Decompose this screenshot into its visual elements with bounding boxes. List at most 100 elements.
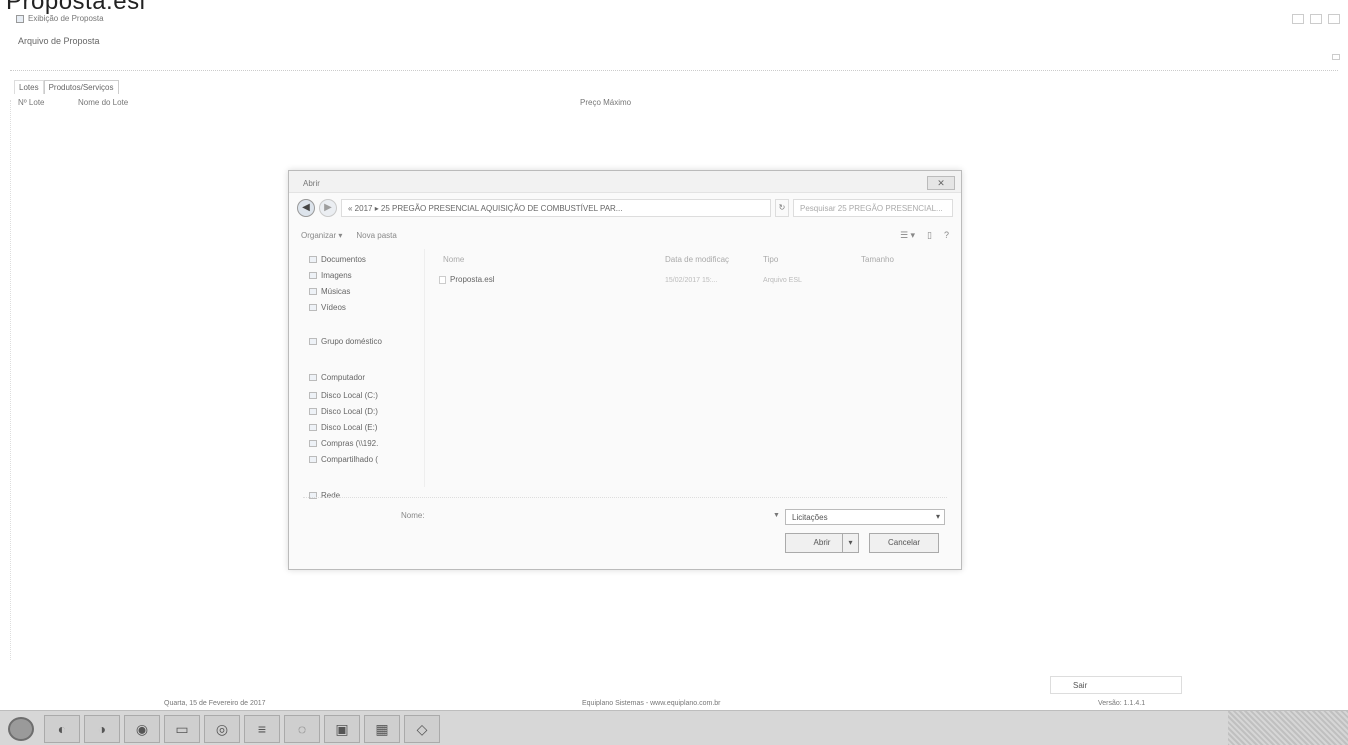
column-header-date[interactable]: Data de modificaç [665,255,729,264]
open-button-label: Abrir [813,538,831,547]
divider [303,497,947,498]
equiplano-icon[interactable]: ◇ [404,715,440,743]
browser-icon[interactable]: ◉ [124,715,160,743]
file-type: Arquivo ESL [763,277,802,284]
ie-icon[interactable]: ◐ [44,715,80,743]
nav-item-disco-d[interactable]: Disco Local (D:) [309,407,378,416]
calendar-icon[interactable]: ▦ [364,715,400,743]
dialog-titlebar: Abrir ✕ [289,171,961,193]
system-tray [1228,711,1348,745]
taskbar: ◐ ◑ ◉ ▭ ◎ ≡ ◌ ▣ ▦ ◇ [0,710,1348,745]
nav-item-computador[interactable]: Computador [309,373,365,382]
refresh-icon[interactable]: ↻ [775,199,789,217]
chrome-icon[interactable]: ◎ [204,715,240,743]
organize-menu[interactable]: Organizar ▾ [301,231,342,240]
column-header-size[interactable]: Tamanho [861,255,894,264]
file-date: 15/02/2017 15:... [665,277,718,284]
status-version: Versão: 1.1.4.1 [1098,700,1146,707]
open-button[interactable]: Abrir ▾ [785,533,859,553]
nav-item-compartilhado[interactable]: Compartilhado ( [309,455,378,464]
app-title: Exibição de Proposta [28,14,104,23]
address-bar[interactable]: « 2017 ▸ 25 PREGÃO PRESENCIAL AQUISIÇÃO … [341,199,771,217]
column-header-preco[interactable]: Preço Máximo [580,98,631,107]
column-header-lote[interactable]: Nº Lote [18,98,45,107]
open-file-dialog: Abrir ✕ ◀ ▶ « 2017 ▸ 25 PREGÃO PRESENCIA… [288,170,962,570]
nav-item-rede[interactable]: Rede [309,491,340,500]
file-icon [439,275,446,284]
help-icon[interactable]: ? [944,230,949,240]
explorer-icon[interactable]: ▭ [164,715,200,743]
maximize-icon[interactable] [1310,14,1322,24]
nav-item-label: Grupo doméstico [321,337,382,346]
network-drive-icon [309,456,317,463]
status-bar: Quarta, 15 de Fevereiro de 2017 Equiplan… [0,700,1348,710]
divider [10,70,1338,71]
nav-item-documentos[interactable]: Documentos [309,255,366,264]
nav-item-label: Documentos [321,255,366,264]
new-folder-button[interactable]: Nova pasta [356,231,396,240]
drive-icon [309,424,317,431]
app-titlebar: Exibição de Proposta [16,14,104,23]
network-drive-icon [309,440,317,447]
nav-item-disco-e[interactable]: Disco Local (E:) [309,423,377,432]
nav-item-label: Disco Local (E:) [321,423,378,432]
navigation-pane: Documentos Imagens Músicas Vídeos Grupo … [303,249,425,487]
dialog-close-button[interactable]: ✕ [927,176,955,190]
address-row: ◀ ▶ « 2017 ▸ 25 PREGÃO PRESENCIAL AQUISI… [297,197,953,219]
app-icon[interactable]: ≡ [244,715,280,743]
collapse-icon[interactable] [1332,54,1340,60]
status-company: Equiplano Sistemas - www.equiplano.com.b… [582,700,721,707]
minimize-icon[interactable] [1292,14,1304,24]
section-title: Arquivo de Proposta [18,36,100,46]
image-viewer-icon[interactable]: ▣ [324,715,360,743]
nav-item-compras[interactable]: Compras (\\192. [309,439,378,448]
chevron-down-icon[interactable]: ▼ [773,512,780,519]
sair-label: Sair [1073,681,1088,690]
nav-item-musicas[interactable]: Músicas [309,287,350,296]
nav-item-imagens[interactable]: Imagens [309,271,352,280]
views-icon[interactable]: ☰ ▾ [900,230,915,241]
skype-icon[interactable]: ◌ [284,715,320,743]
chevron-down-icon: ▾ [935,512,940,521]
cancel-button[interactable]: Cancelar [869,533,939,553]
window-controls [1292,14,1340,24]
nav-item-label: Vídeos [321,303,346,312]
search-input[interactable]: Pesquisar 25 PREGÃO PRESENCIAL... [793,199,953,217]
file-type-filter-value: Licitações [792,513,828,522]
tab-lotes[interactable]: Lotes [14,80,44,94]
open-options-icon[interactable]: ▾ [842,534,858,552]
nav-item-label: Músicas [321,287,351,296]
dialog-toolbar: Organizar ▾ Nova pasta [289,225,961,245]
documents-icon [309,256,317,263]
preview-pane-icon[interactable]: ▯ [927,230,932,241]
column-header-nome[interactable]: Nome do Lote [78,98,128,107]
forward-button[interactable]: ▶ [319,199,337,217]
nav-item-label: Rede [321,491,341,500]
file-name-label: Nome: [401,511,425,520]
nav-item-label: Compras (\\192. [321,439,379,448]
file-type-filter[interactable]: Licitações ▾ [785,509,945,525]
drive-icon [309,392,317,399]
column-header-name[interactable]: Nome [443,255,464,264]
homegroup-icon [309,338,317,345]
nav-item-label: Disco Local (D:) [321,407,378,416]
nav-item-label: Disco Local (C:) [321,391,378,400]
start-button[interactable] [8,717,34,741]
music-icon [309,288,317,295]
back-button[interactable]: ◀ [297,199,315,217]
close-icon[interactable] [1328,14,1340,24]
nav-item-grupo-domestico[interactable]: Grupo doméstico [309,337,382,346]
drive-icon [309,408,317,415]
column-header-type[interactable]: Tipo [763,255,778,264]
nav-item-videos[interactable]: Vídeos [309,303,346,312]
status-date: Quarta, 15 de Fevereiro de 2017 [164,700,266,707]
nav-item-label: Imagens [321,271,352,280]
media-icon[interactable]: ◑ [84,715,120,743]
sair-button[interactable]: Sair [1050,676,1182,694]
file-name: Proposta.esl [450,275,495,284]
file-row[interactable]: Proposta.esl [439,275,494,284]
nav-item-label: Compartilhado ( [321,455,378,464]
nav-item-disco-c[interactable]: Disco Local (C:) [309,391,378,400]
divider [10,100,11,660]
tab-produtos-servicos[interactable]: Produtos/Serviços [43,80,119,94]
